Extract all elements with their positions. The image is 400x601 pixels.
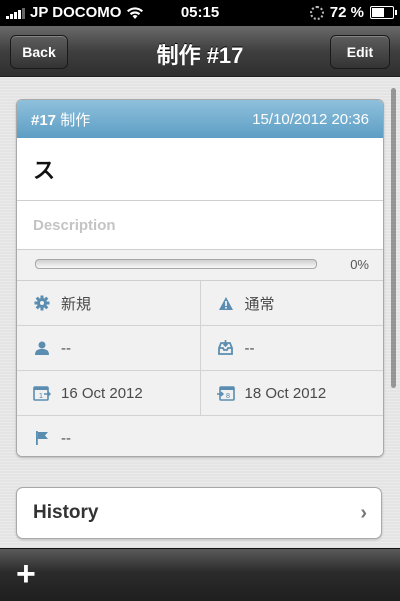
progress-row: 0% — [17, 250, 383, 281]
due-date-value: 18 Oct 2012 — [244, 384, 327, 402]
bottom-toolbar: + — [0, 548, 400, 601]
progress-bar — [35, 259, 317, 269]
edit-button[interactable]: Edit — [330, 35, 390, 69]
version-cell[interactable]: -- — [17, 416, 383, 456]
issue-card: #17 制作 15/10/2012 20:36 ス Description 0%… — [16, 99, 384, 457]
priority-value: 通常 — [244, 295, 275, 313]
assignee-cell[interactable]: -- — [17, 326, 200, 370]
add-button[interactable]: + — [16, 557, 36, 591]
calendar-due-icon: 8 — [216, 384, 235, 402]
attribute-row: 新規 通常 — [17, 281, 383, 326]
history-row[interactable]: History › — [16, 487, 382, 539]
category-value: -- — [244, 339, 255, 357]
warning-icon — [217, 294, 235, 312]
battery-percent: 72 % — [329, 4, 364, 21]
issue-header-left: #17 制作 — [31, 109, 90, 130]
user-icon — [33, 339, 51, 357]
issue-tracker: 制作 — [60, 111, 91, 129]
calendar-start-icon: 1 — [33, 384, 51, 402]
status-value: 新規 — [61, 295, 92, 313]
activity-spinner-icon — [309, 5, 324, 20]
attribute-row: -- -- — [17, 326, 383, 371]
history-label: History — [33, 502, 99, 523]
issue-title[interactable]: ス — [17, 138, 383, 201]
scrollbar[interactable] — [391, 88, 396, 388]
priority-cell[interactable]: 通常 — [199, 281, 384, 325]
category-cell[interactable]: -- — [199, 326, 384, 370]
flag-icon — [33, 429, 51, 447]
svg-text:1: 1 — [39, 392, 43, 400]
navigation-bar: Back 制作 #17 Edit — [0, 26, 400, 77]
attribute-row: 1 16 Oct 2012 8 18 Oct 2012 — [17, 371, 383, 416]
status-bar: JP DOCOMO 05:15 72 % — [0, 0, 400, 26]
start-date-cell[interactable]: 1 16 Oct 2012 — [17, 371, 200, 415]
battery-icon — [370, 6, 397, 19]
chevron-right-icon: › — [360, 501, 367, 524]
progress-percent: 0% — [350, 257, 369, 272]
attribute-row: -- — [17, 416, 383, 456]
issue-header: #17 制作 15/10/2012 20:36 — [17, 100, 383, 138]
due-date-cell[interactable]: 8 18 Oct 2012 — [199, 371, 384, 415]
start-date-value: 16 Oct 2012 — [61, 384, 143, 402]
version-value: -- — [61, 429, 71, 447]
assignee-value: -- — [61, 339, 71, 357]
description-field[interactable]: Description — [17, 201, 383, 250]
status-right: 72 % — [309, 4, 397, 21]
issue-id: #17 — [31, 111, 57, 129]
status-cell[interactable]: 新規 — [17, 281, 200, 325]
gear-icon — [33, 294, 51, 312]
svg-text:8: 8 — [225, 392, 229, 400]
inbox-icon — [217, 339, 235, 357]
issue-datetime: 15/10/2012 20:36 — [252, 110, 369, 128]
issue-attributes: 新規 通常 -- -- 1 16 Oct 2012 8 18 Oct 2012 … — [17, 281, 383, 456]
